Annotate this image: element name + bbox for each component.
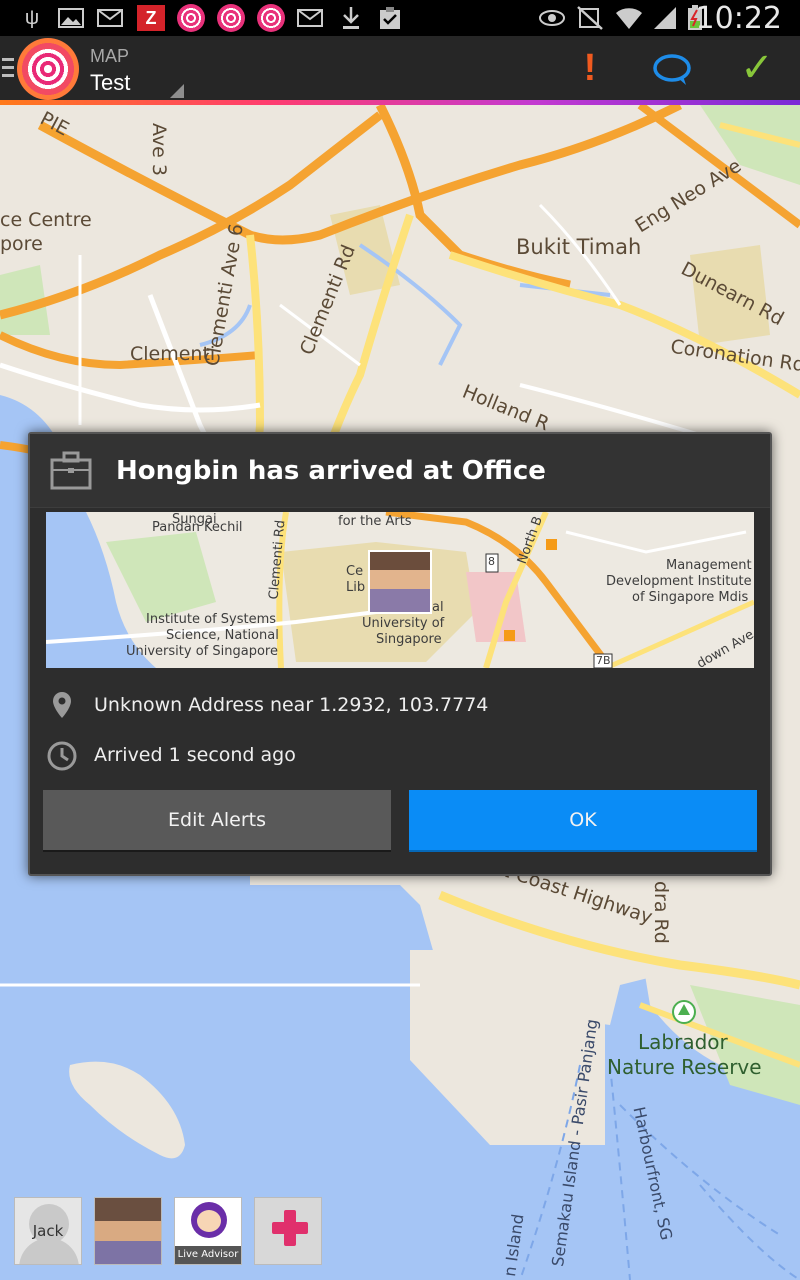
minimap-label: al xyxy=(432,600,444,615)
minimap-label: 8 xyxy=(488,555,495,568)
briefcase-icon xyxy=(48,450,94,492)
map-label: pore xyxy=(0,233,43,255)
mute-icon xyxy=(576,4,606,32)
address-text: Unknown Address near 1.2932, 103.7774 xyxy=(94,694,489,716)
add-member-button[interactable] xyxy=(254,1197,322,1265)
email-icon xyxy=(96,4,126,32)
life360-icon xyxy=(257,4,285,32)
alert-icon[interactable]: ! xyxy=(575,46,605,90)
member-name: Jack xyxy=(32,1222,64,1240)
dialog-header: Hongbin has arrived at Office xyxy=(30,434,770,508)
dropdown-indicator-icon xyxy=(170,84,184,98)
action-bar-subtitle: MAP xyxy=(90,46,130,66)
zinio-icon: Z xyxy=(137,4,165,32)
location-minimap[interactable]: for the Arts Sungai Pandan Kechil Clemen… xyxy=(46,512,754,668)
life360-icon xyxy=(217,4,245,32)
map-label: ce Centre xyxy=(0,209,92,231)
wifi-icon xyxy=(614,4,644,32)
email-icon xyxy=(296,4,326,32)
minimap-label: 7B xyxy=(596,654,611,667)
ok-button[interactable]: OK xyxy=(409,790,757,852)
minimap-label: Lib xyxy=(346,580,366,595)
map-label: dra Rd xyxy=(650,881,672,944)
clock: 10:22 xyxy=(695,1,782,36)
minimap-label: University of Singapore xyxy=(126,644,278,659)
minimap-label: Ce xyxy=(346,564,364,579)
minimap-label: Pandan Kechil xyxy=(152,520,243,535)
dialog-title: Hongbin has arrived at Office xyxy=(116,456,546,486)
member-location-avatar[interactable] xyxy=(368,550,432,614)
advisor-icon xyxy=(191,1202,227,1238)
minimap-label: Science, National xyxy=(166,628,279,643)
live-advisor-button[interactable]: Live Advisor xyxy=(174,1197,242,1265)
minimap-label: University of xyxy=(362,616,445,631)
signal-icon xyxy=(650,4,680,32)
arrival-dialog: Hongbin has arrived at Office for the Ar… xyxy=(28,432,772,876)
status-bar: ψ Z 10:22 xyxy=(0,0,800,36)
map-label: Bukit Timah xyxy=(516,235,642,259)
clipboard-icon xyxy=(376,4,404,32)
minimap-label: of Singapore Mdis xyxy=(632,590,749,605)
usb-icon: ψ xyxy=(24,6,40,29)
time-row: Arrived 1 second ago xyxy=(46,736,746,776)
app-logo[interactable] xyxy=(17,38,79,100)
minimap-label: Development Institute xyxy=(606,574,752,589)
chat-icon[interactable] xyxy=(650,52,694,88)
member-tray: Jack Live Advisor xyxy=(14,1197,322,1265)
circle-selector[interactable]: Test xyxy=(90,70,130,96)
drawer-icon[interactable] xyxy=(2,58,14,78)
address-row: Unknown Address near 1.2932, 103.7774 xyxy=(46,686,746,726)
advisor-label: Live Advisor xyxy=(175,1246,241,1264)
minimap-label: Management xyxy=(666,558,752,573)
eye-icon xyxy=(538,4,566,32)
minimap-label: Singapore xyxy=(376,632,442,647)
member-hongbin[interactable] xyxy=(94,1197,162,1265)
map-label: Ave 3 xyxy=(148,123,170,176)
minimap-label: Institute of Systems xyxy=(146,612,277,627)
map-label: Nature Reserve xyxy=(607,1055,762,1079)
download-icon xyxy=(338,4,364,32)
life360-icon xyxy=(177,4,205,32)
edit-alerts-button[interactable]: Edit Alerts xyxy=(43,790,391,852)
plus-icon-bar xyxy=(272,1222,308,1234)
location-pin-icon xyxy=(46,686,82,726)
arrival-time-text: Arrived 1 second ago xyxy=(94,744,296,766)
clock-icon xyxy=(46,736,82,776)
minimap-label: for the Arts xyxy=(338,514,412,529)
check-icon[interactable]: ✓ xyxy=(735,46,779,90)
member-jack[interactable]: Jack xyxy=(14,1197,82,1265)
map-label: Labrador xyxy=(638,1030,728,1054)
image-icon xyxy=(56,4,86,32)
avatar-body xyxy=(19,1238,79,1264)
